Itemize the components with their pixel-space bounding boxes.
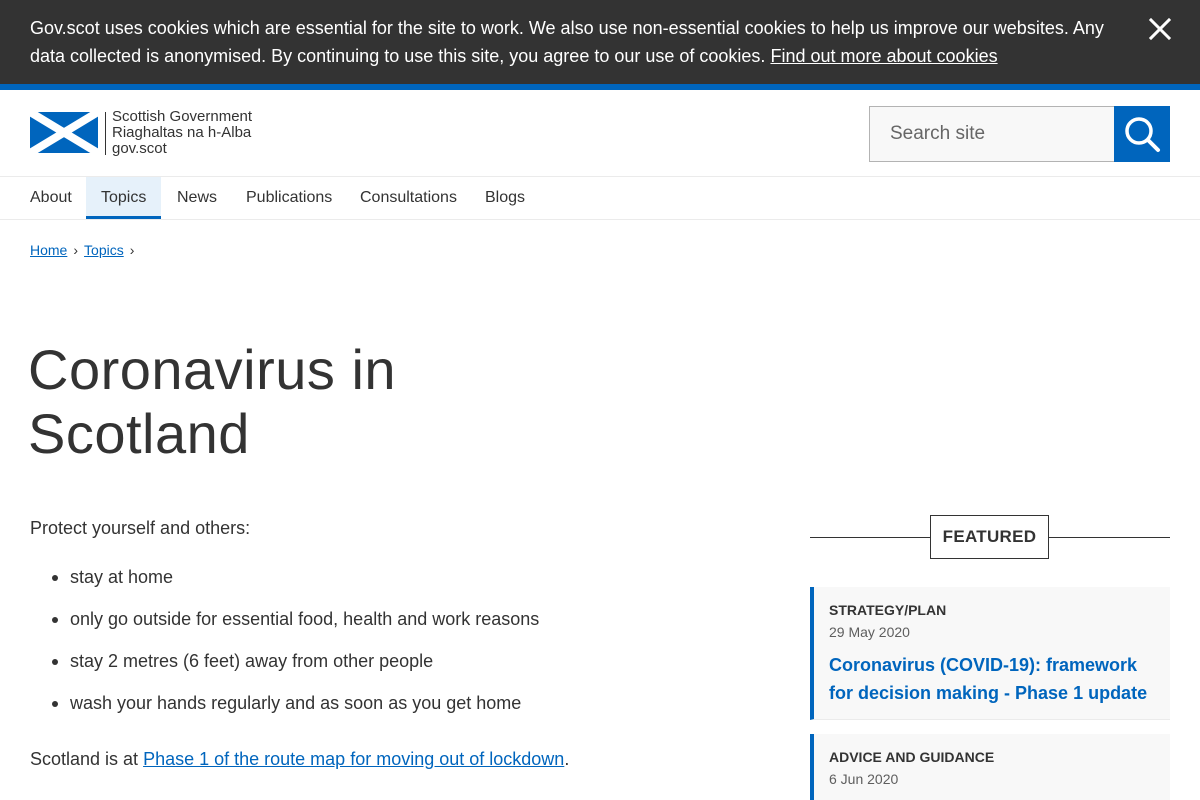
saltire-flag-icon bbox=[30, 112, 98, 153]
nav-item-publications[interactable]: Publications bbox=[231, 177, 347, 219]
breadcrumb-separator: › bbox=[73, 242, 79, 258]
nav-item-news[interactable]: News bbox=[162, 177, 232, 219]
search-button[interactable] bbox=[1114, 106, 1170, 162]
list-item: only go outside for essential food, heal… bbox=[48, 607, 539, 631]
close-icon[interactable] bbox=[1145, 14, 1175, 44]
breadcrumb-home[interactable]: Home bbox=[30, 242, 67, 258]
breadcrumb: Home › Topics › bbox=[30, 242, 140, 258]
logo-text: Scottish Government Riaghaltas na h-Alba… bbox=[112, 109, 252, 156]
main-nav: About Topics News Publications Consultat… bbox=[0, 176, 1200, 220]
card-date: 6 Jun 2020 bbox=[829, 771, 899, 787]
search-input[interactable] bbox=[869, 106, 1115, 162]
advice-list: stay at home only go outside for essenti… bbox=[48, 565, 539, 733]
logo-line-1: Scottish Government bbox=[112, 108, 253, 125]
header-accent-gap bbox=[0, 90, 1200, 92]
card-date: 29 May 2020 bbox=[829, 624, 910, 640]
logo-divider bbox=[105, 112, 106, 155]
phase-prefix: Scotland is at bbox=[30, 749, 144, 769]
list-item: stay at home bbox=[48, 565, 539, 589]
card-type: STRATEGY/PLAN bbox=[829, 602, 947, 618]
cookie-message: Gov.scot uses cookies which are essentia… bbox=[30, 14, 1110, 70]
cookie-info-link[interactable]: Find out more about cookies bbox=[770, 46, 997, 66]
logo-line-2: Riaghaltas na h-Alba bbox=[112, 124, 252, 141]
featured-card[interactable]: ADVICE AND GUIDANCE 6 Jun 2020 bbox=[810, 734, 1170, 800]
list-item: wash your hands regularly and as soon as… bbox=[48, 691, 539, 715]
cookie-banner: Gov.scot uses cookies which are essentia… bbox=[0, 0, 1200, 84]
card-title-link[interactable]: Coronavirus (COVID-19): framework for de… bbox=[829, 651, 1155, 707]
breadcrumb-separator: › bbox=[129, 242, 135, 258]
site-search bbox=[869, 106, 1170, 162]
nav-item-consultations[interactable]: Consultations bbox=[345, 177, 472, 219]
logo-line-3: gov.scot bbox=[112, 140, 167, 157]
breadcrumb-topics[interactable]: Topics bbox=[84, 242, 124, 258]
page-title: Coronavirus in Scotland bbox=[28, 338, 397, 465]
intro-text: Protect yourself and others: bbox=[30, 518, 251, 538]
nav-item-blogs[interactable]: Blogs bbox=[470, 177, 540, 219]
list-item: stay 2 metres (6 feet) away from other p… bbox=[48, 649, 539, 673]
search-icon bbox=[1125, 117, 1160, 152]
phase-route-map-link[interactable]: Phase 1 of the route map for moving out … bbox=[143, 749, 564, 769]
phase-suffix: . bbox=[564, 749, 570, 769]
card-type: ADVICE AND GUIDANCE bbox=[829, 749, 995, 765]
site-logo[interactable]: Scottish Government Riaghaltas na h-Alba… bbox=[30, 109, 270, 156]
phase-status: Scotland is at Phase 1 of the route map … bbox=[30, 747, 569, 771]
nav-item-topics[interactable]: Topics bbox=[86, 177, 162, 219]
nav-item-about[interactable]: About bbox=[15, 177, 87, 219]
featured-heading: FEATURED bbox=[930, 515, 1049, 559]
featured-card[interactable]: STRATEGY/PLAN 29 May 2020 Coronavirus (C… bbox=[810, 587, 1170, 720]
